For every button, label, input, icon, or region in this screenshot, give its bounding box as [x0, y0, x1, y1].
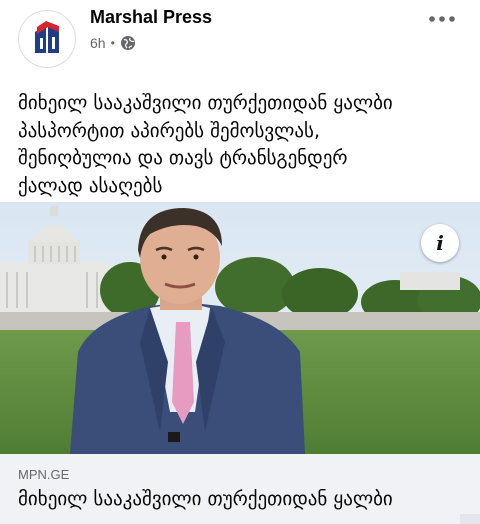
post-header: Marshal Press 6h •	[0, 0, 480, 80]
corner-accent	[460, 514, 480, 524]
page-name-link[interactable]: Marshal Press	[90, 7, 212, 28]
post-timestamp[interactable]: 6h	[90, 35, 106, 51]
man-in-front-of-capitol-photo	[0, 202, 480, 454]
page-avatar[interactable]	[18, 10, 76, 68]
link-domain: MPN.GE	[18, 467, 70, 482]
link-title[interactable]: მიხეილ სააკაშვილი თურქეთიდან ყალბი	[18, 488, 468, 510]
link-preview[interactable]: MPN.GE მიხეილ სააკაშვილი თურქეთიდან ყალბ…	[0, 454, 480, 524]
more-options-icon[interactable]	[428, 10, 456, 28]
post-text: მიხეილ სააკაშვილი თურქეთიდან ყალბი პასპო…	[18, 92, 393, 197]
globe-icon[interactable]	[120, 35, 136, 51]
post-meta: 6h •	[90, 35, 136, 51]
marshal-press-logo	[35, 21, 59, 53]
info-button[interactable]: i	[421, 224, 459, 262]
post-photo[interactable]	[0, 202, 480, 454]
meta-separator: •	[110, 36, 115, 50]
